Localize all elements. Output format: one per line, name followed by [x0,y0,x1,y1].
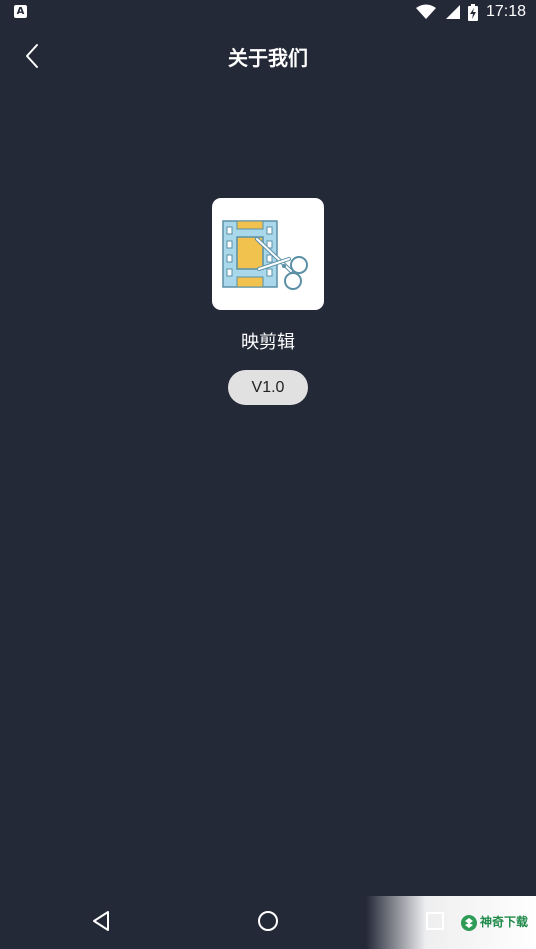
signal-icon [445,5,460,19]
wifi-icon [415,4,436,19]
watermark-text: 神奇下载 [479,915,528,929]
watermark: 神奇下载 [366,896,536,949]
watermark-logo-icon [461,915,477,931]
nav-home-button[interactable] [254,907,282,935]
app-name: 映剪辑 [241,332,295,353]
page-title: 关于我们 [228,46,308,70]
nav-back-button[interactable] [87,907,115,935]
app-bar: 关于我们 [0,24,536,86]
status-time: 17:18 [485,3,526,20]
app-logo [212,198,324,310]
nav-back-icon [93,911,109,931]
notification-app-icon: A [14,5,27,18]
nav-home-icon [258,911,278,931]
status-bar: A 17:18 [0,0,536,24]
film-scissors-icon [222,220,308,290]
version-badge: V1.0 [228,370,308,405]
status-icons: 17:18 [415,0,526,24]
battery-charging-icon [467,3,478,21]
